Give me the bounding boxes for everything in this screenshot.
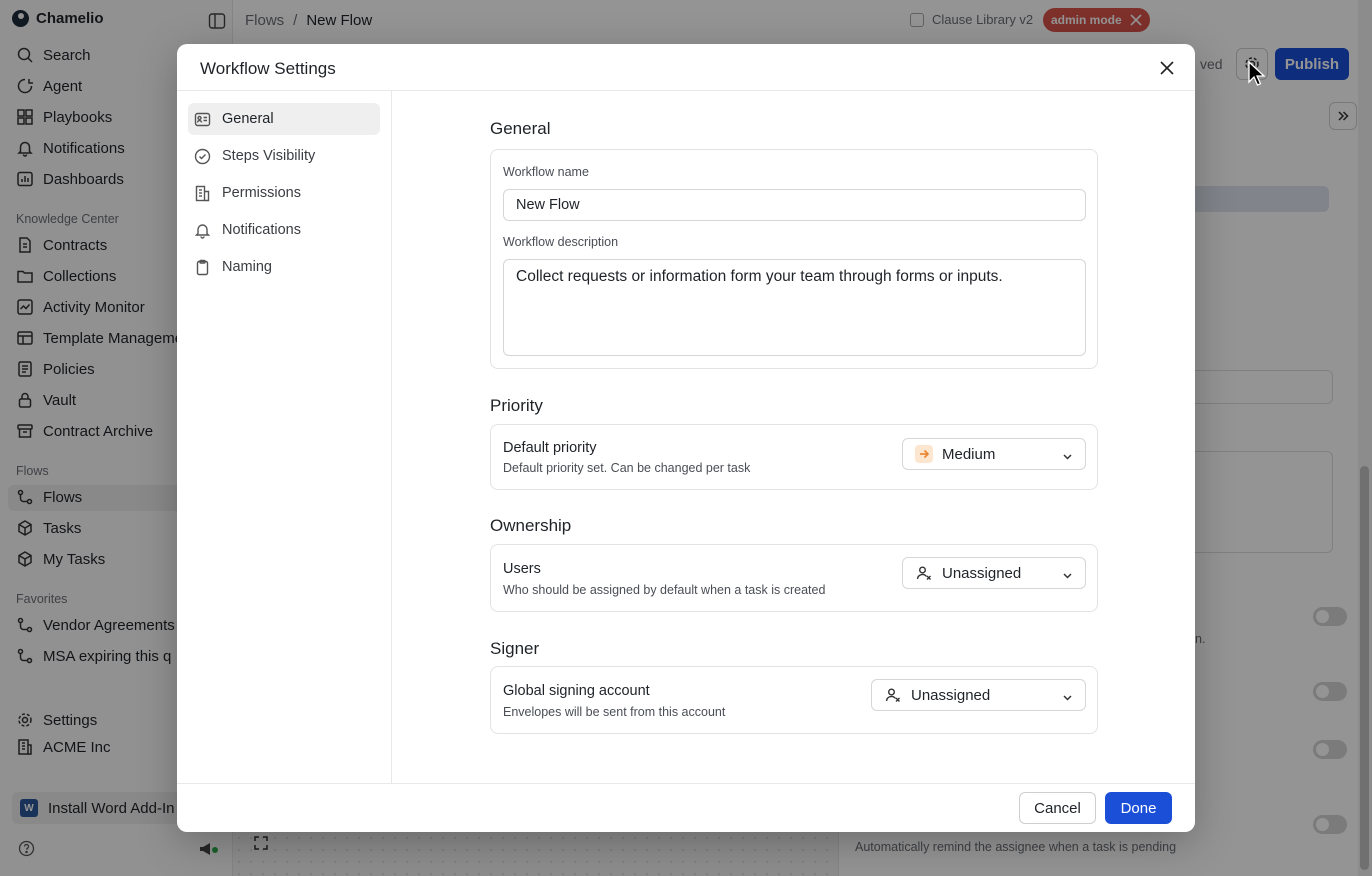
priority-select[interactable]: Medium <box>902 438 1086 470</box>
workflow-settings-dialog: Workflow Settings General Steps Visibili… <box>177 44 1195 832</box>
settings-nav-label: Permissions <box>222 185 301 201</box>
ownership-card: Users Who should be assigned by default … <box>490 544 1098 612</box>
signing-account-description: Envelopes will be sent from this account <box>503 705 726 719</box>
id-card-icon <box>194 111 211 128</box>
done-button[interactable]: Done <box>1105 792 1172 824</box>
bell-icon <box>194 222 211 239</box>
settings-nav-naming[interactable]: Naming <box>188 251 380 283</box>
check-circle-icon <box>194 148 211 165</box>
workflow-name-input[interactable] <box>503 189 1086 221</box>
default-priority-description: Default priority set. Can be changed per… <box>503 461 751 475</box>
workflow-name-label: Workflow name <box>503 165 589 179</box>
section-title-priority: Priority <box>490 396 543 415</box>
settings-nav-general[interactable]: General <box>188 103 380 135</box>
settings-nav-notifications[interactable]: Notifications <box>188 214 380 246</box>
chevron-down-icon <box>1062 690 1073 701</box>
signer-card: Global signing account Envelopes will be… <box>490 666 1098 734</box>
signing-account-title: Global signing account <box>503 683 650 699</box>
priority-card: Default priority Default priority set. C… <box>490 424 1098 490</box>
section-title-ownership: Ownership <box>490 516 572 535</box>
users-description: Who should be assigned by default when a… <box>503 583 826 597</box>
settings-nav: General Steps Visibility Permissions Not… <box>177 91 392 783</box>
workflow-description-input[interactable]: Collect requests or information form you… <box>503 259 1086 356</box>
dialog-title: Workflow Settings <box>200 59 336 78</box>
building-icon <box>194 185 211 202</box>
settings-nav-label: Steps Visibility <box>222 148 316 164</box>
mouse-cursor-icon <box>1246 60 1266 88</box>
close-icon[interactable] <box>1157 58 1177 78</box>
clipboard-icon <box>194 259 211 276</box>
workflow-description-label: Workflow description <box>503 235 619 249</box>
users-select[interactable]: Unassigned <box>902 557 1086 589</box>
chevron-down-icon <box>1062 449 1073 460</box>
users-title: Users <box>503 561 541 577</box>
signing-account-select[interactable]: Unassigned <box>871 679 1086 711</box>
priority-value: Medium <box>942 445 996 463</box>
arrow-right-icon <box>915 445 933 463</box>
settings-nav-steps-visibility[interactable]: Steps Visibility <box>188 140 380 172</box>
user-unassigned-icon <box>915 564 933 582</box>
settings-nav-label: Naming <box>222 259 272 275</box>
dialog-footer: Cancel Done <box>177 783 1195 832</box>
settings-nav-permissions[interactable]: Permissions <box>188 177 380 209</box>
general-card: Workflow name Workflow description Colle… <box>490 149 1098 369</box>
cancel-button[interactable]: Cancel <box>1019 792 1096 824</box>
user-unassigned-icon <box>884 686 902 704</box>
users-value: Unassigned <box>942 564 1022 582</box>
settings-nav-label: General <box>222 111 274 127</box>
default-priority-title: Default priority <box>503 440 597 456</box>
dialog-header: Workflow Settings <box>177 44 1195 91</box>
section-title-signer: Signer <box>490 639 540 658</box>
chevron-down-icon <box>1062 568 1073 579</box>
settings-nav-label: Notifications <box>222 222 301 238</box>
section-title-general: General <box>490 119 551 138</box>
signing-account-value: Unassigned <box>911 686 991 704</box>
